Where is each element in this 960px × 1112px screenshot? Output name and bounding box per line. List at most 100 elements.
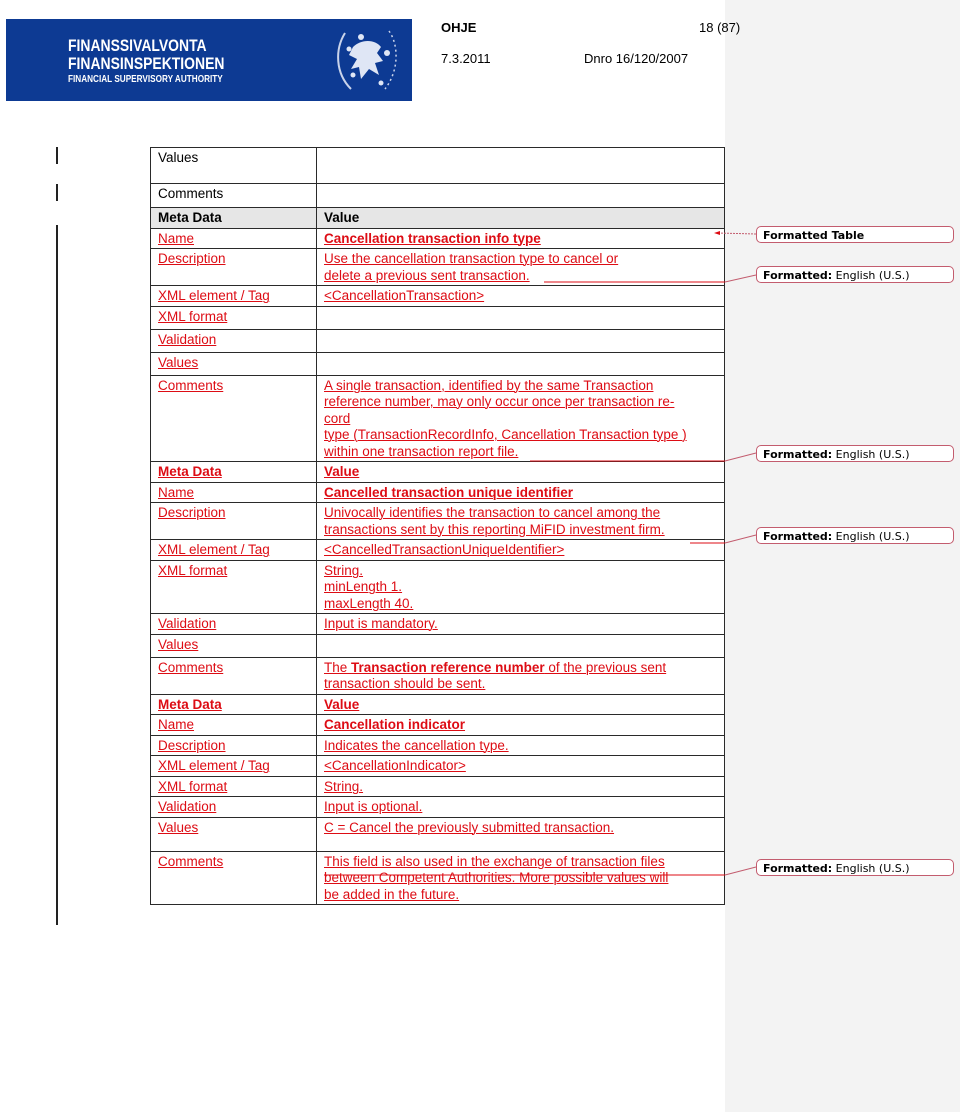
row-key: Validation [158, 331, 217, 347]
header-value: Value [324, 696, 360, 712]
row-key: XML element / Tag [158, 758, 270, 773]
document-date: 7.3.2011 [441, 51, 491, 66]
row-key: XML format [158, 562, 228, 578]
value-line: String. [324, 562, 364, 578]
row-key: Values [158, 819, 199, 835]
balloon-detail: English (U.S.) [832, 862, 910, 875]
table-row: XML format [150, 305, 725, 330]
change-bar [56, 147, 58, 164]
value-text: of the previous sent [544, 659, 667, 675]
coat-of-arms-lion-icon [337, 30, 397, 90]
row-key: Validation [158, 616, 217, 631]
row-value: <CancellationIndicator> [324, 758, 466, 773]
row-value: Cancellation indicator [324, 717, 466, 732]
row-value: Input is optional. [324, 799, 423, 814]
table-row: XML element / Tag <CancellationIndicator… [150, 755, 725, 777]
row-value: <CancelledTransactionUniqueIdentifier> [324, 542, 565, 557]
comment-balloon-formatted-table[interactable]: Formatted Table [756, 226, 954, 243]
row-key: Validation [158, 799, 217, 814]
row-key: XML element / Tag [158, 288, 270, 303]
row-key: Name [158, 717, 195, 732]
table-row: Description Univocally identifies the tr… [150, 502, 725, 540]
table-row: Description Use the cancellation transac… [150, 248, 725, 286]
markup-pane [725, 0, 960, 1112]
row-value: Cancellation transaction info type [324, 230, 541, 246]
table-row: XML element / Tag <CancellationTransacti… [150, 285, 725, 307]
table-row: Values [150, 351, 725, 376]
value-line: be added in the future. [324, 886, 460, 902]
table-row: XML format String. [150, 775, 725, 797]
row-key: Values [150, 147, 317, 184]
row-key: Comments [158, 853, 224, 869]
table-row: Name Cancellation indicator [150, 714, 725, 736]
logo-line-1: FINANSSIVALVONTA [68, 36, 207, 55]
row-value: String. [324, 778, 364, 794]
value-text-bold: Transaction reference number [351, 659, 545, 675]
value-line: This field is also used in the exchange … [324, 853, 665, 869]
balloon-label: Formatted: [763, 530, 833, 543]
logo-line-2: FINANSINSPEKTIONEN [68, 54, 225, 73]
row-key: Description [158, 251, 226, 266]
table-row: Values [150, 147, 725, 184]
comment-balloon-formatted-english[interactable]: Formatted: English (U.S.) [756, 266, 954, 283]
row-value: Indicates the cancellation type. [324, 737, 509, 753]
value-line: Univocally identifies the transaction to… [324, 505, 661, 520]
table-header-row: Meta Data Value [150, 693, 725, 715]
header-value: Value [316, 207, 725, 229]
table-row: Name Cancelled transaction unique identi… [150, 481, 725, 503]
comment-balloon-formatted-english[interactable]: Formatted: English (U.S.) [756, 445, 954, 462]
value-line: A single transaction, identified by the … [324, 377, 654, 393]
row-key: Name [158, 484, 195, 500]
page-number: 18 (87) [699, 20, 741, 35]
table-row: Validation Input is optional. [150, 796, 725, 818]
row-key: Description [158, 505, 226, 520]
table-row: Values [150, 633, 725, 658]
header-meta-data: Meta Data [158, 696, 222, 712]
row-key: Comments [150, 183, 317, 208]
balloon-label: Formatted Table [763, 229, 865, 242]
balloon-detail: English (U.S.) [832, 269, 910, 282]
value-line: transactions sent by this reporting MiFI… [324, 521, 665, 537]
value-line: reference number, may only occur once pe… [324, 394, 675, 409]
finanssivalvonta-logo: FINANSSIVALVONTA FINANSINSPEKTIONEN FINA… [6, 19, 412, 101]
row-key: Comments [158, 377, 224, 393]
balloon-label: Formatted: [763, 269, 833, 282]
header-meta-data: Meta Data [150, 207, 317, 229]
balloon-detail: English (U.S.) [832, 448, 910, 461]
value-line: maxLength 40. [324, 595, 414, 611]
table-row: Description Indicates the cancellation t… [150, 734, 725, 756]
value-line: between Competent Authorities. More poss… [324, 870, 669, 885]
table-row: XML element / Tag <CancelledTransactionU… [150, 539, 725, 561]
table-row: Comments A single transaction, identifie… [150, 374, 725, 462]
metadata-table: Values Comments Meta Data Value Name Can… [150, 147, 725, 905]
value-line: cord [324, 410, 351, 426]
document-reference-number: Dnro 16/120/2007 [584, 51, 689, 66]
change-bar [56, 225, 58, 925]
table-header-row: Meta Data Value [150, 207, 725, 229]
value-line: delete a previous sent transaction. [324, 267, 530, 283]
row-value: C = Cancel the previously submitted tran… [324, 819, 615, 835]
table-row: XML format String. minLength 1. maxLength … [150, 559, 725, 614]
row-value: Cancelled transaction unique identifier [324, 484, 574, 500]
table-row: Comments [150, 183, 725, 208]
value-line: Use the cancellation transaction type to… [324, 251, 619, 266]
table-row: Values C = Cancel the previously submitt… [150, 816, 725, 852]
comment-balloon-formatted-english[interactable]: Formatted: English (U.S.) [756, 527, 954, 544]
row-value [316, 183, 725, 208]
document-type: OHJE [441, 20, 477, 35]
row-key: XML format [158, 778, 228, 794]
comment-balloon-formatted-english[interactable]: Formatted: English (U.S.) [756, 859, 954, 876]
row-value [316, 147, 725, 184]
table-header-row: Meta Data Value [150, 461, 725, 483]
row-key: Values [158, 354, 199, 370]
row-key: Name [158, 230, 195, 246]
balloon-label: Formatted: [763, 862, 833, 875]
table-row: Comments This field is also used in the … [150, 850, 725, 905]
table-row: Validation Input is mandatory. [150, 613, 725, 635]
header-value: Value [324, 464, 360, 479]
header-meta-data: Meta Data [158, 464, 222, 479]
value-line: minLength 1. [324, 579, 403, 594]
table-row: Name Cancellation transaction info type [150, 227, 725, 249]
row-key: XML format [158, 308, 228, 324]
row-key: Values [158, 636, 199, 652]
